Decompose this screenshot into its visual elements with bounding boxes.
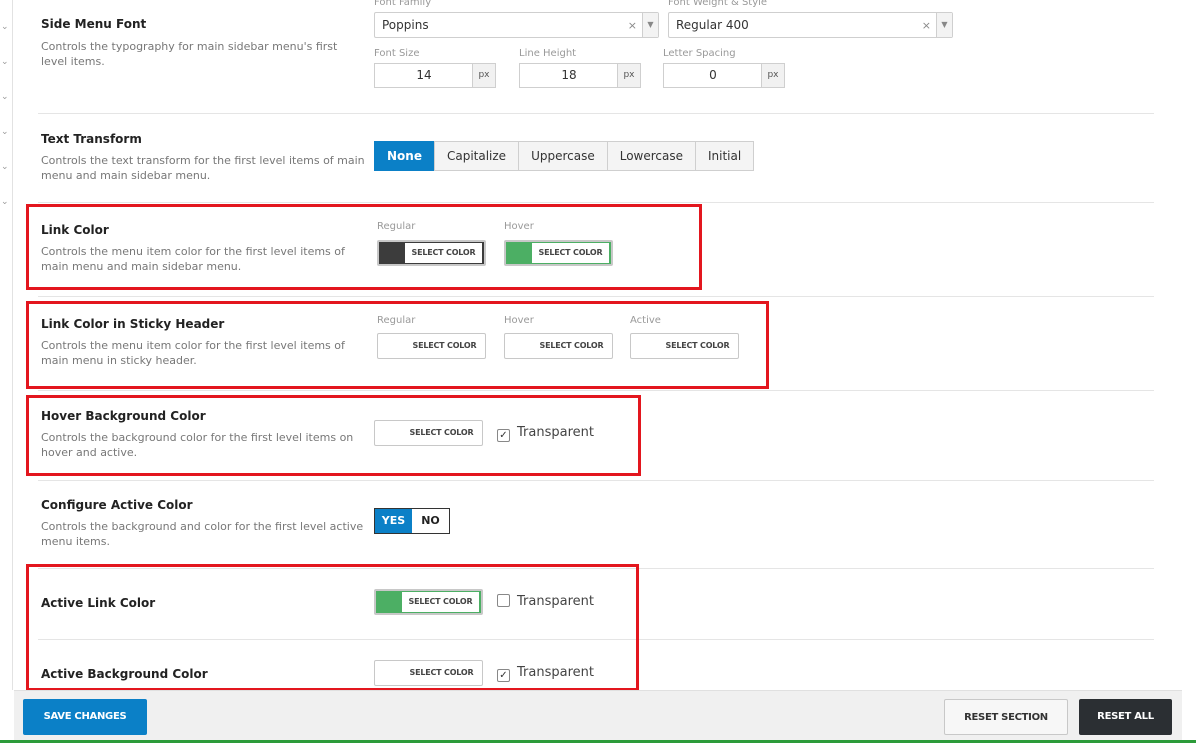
letter-spacing-value[interactable]: 0 (664, 64, 762, 87)
font-size-field[interactable]: 14 px (374, 63, 496, 88)
configure-active-title: Configure Active Color (41, 498, 193, 512)
font-family-value: Poppins (382, 18, 429, 32)
transform-capitalize-button[interactable]: Capitalize (433, 141, 520, 171)
highlight-box (26, 564, 639, 691)
divider (38, 296, 1154, 297)
chevron-down-icon[interactable]: ▼ (936, 13, 952, 37)
transform-none-button[interactable]: None (374, 141, 435, 171)
text-transform-buttons: None Capitalize Uppercase Lowercase Init… (374, 141, 755, 171)
side-menu-font-title: Side Menu Font (41, 17, 147, 31)
configure-active-desc: Controls the background and color for th… (41, 520, 364, 548)
font-family-select[interactable]: Poppins × ▼ (374, 12, 659, 38)
font-weight-label: Font Weight & Style (668, 0, 768, 8)
theme-options-page: ⌄ ⌄ ⌄ ⌄ ⌄ ⌄ Side Menu Font Controls the … (0, 0, 1196, 743)
reset-all-button[interactable]: RESET ALL (1079, 699, 1172, 735)
unit-label: px (761, 64, 784, 87)
unit-label: px (472, 64, 495, 87)
highlight-box (26, 395, 641, 476)
transform-uppercase-button[interactable]: Uppercase (518, 141, 608, 171)
reset-section-button[interactable]: RESET SECTION (944, 699, 1068, 735)
chevron-down-icon[interactable]: ⌄ (1, 57, 9, 67)
font-size-label: Font Size (374, 48, 420, 59)
divider (38, 390, 1154, 391)
transform-initial-button[interactable]: Initial (695, 141, 755, 171)
divider (38, 480, 1154, 481)
chevron-down-icon[interactable]: ▼ (642, 13, 658, 37)
clear-icon[interactable]: × (922, 19, 931, 32)
line-height-field[interactable]: 18 px (519, 63, 641, 88)
divider (38, 113, 1154, 114)
line-height-label: Line Height (519, 48, 577, 59)
line-height-value[interactable]: 18 (520, 64, 618, 87)
chevron-down-icon[interactable]: ⌄ (1, 162, 9, 172)
letter-spacing-field[interactable]: 0 px (663, 63, 785, 88)
text-transform-title: Text Transform (41, 132, 142, 146)
toggle-yes[interactable]: YES (375, 509, 412, 533)
toggle-no[interactable]: NO (412, 509, 449, 533)
font-weight-select[interactable]: Regular 400 × ▼ (668, 12, 953, 38)
text-transform-desc: Controls the text transform for the firs… (41, 154, 365, 182)
font-weight-value: Regular 400 (676, 18, 749, 32)
letter-spacing-label: Letter Spacing (663, 48, 736, 59)
configure-active-toggle[interactable]: YES NO (374, 508, 450, 534)
divider (38, 202, 1154, 203)
transform-lowercase-button[interactable]: Lowercase (606, 141, 696, 171)
left-gutter: ⌄ ⌄ ⌄ ⌄ ⌄ ⌄ (0, 0, 13, 690)
highlight-box (26, 301, 769, 389)
font-size-value[interactable]: 14 (375, 64, 473, 87)
highlight-box (26, 204, 702, 290)
font-family-label: Font Family (374, 0, 432, 8)
chevron-down-icon[interactable]: ⌄ (1, 92, 9, 102)
save-changes-button[interactable]: SAVE CHANGES (23, 699, 147, 735)
unit-label: px (617, 64, 640, 87)
chevron-down-icon[interactable]: ⌄ (1, 197, 9, 207)
clear-icon[interactable]: × (628, 19, 637, 32)
chevron-down-icon[interactable]: ⌄ (1, 127, 9, 137)
side-menu-font-desc: Controls the typography for main sidebar… (41, 40, 338, 68)
chevron-down-icon[interactable]: ⌄ (1, 22, 9, 32)
